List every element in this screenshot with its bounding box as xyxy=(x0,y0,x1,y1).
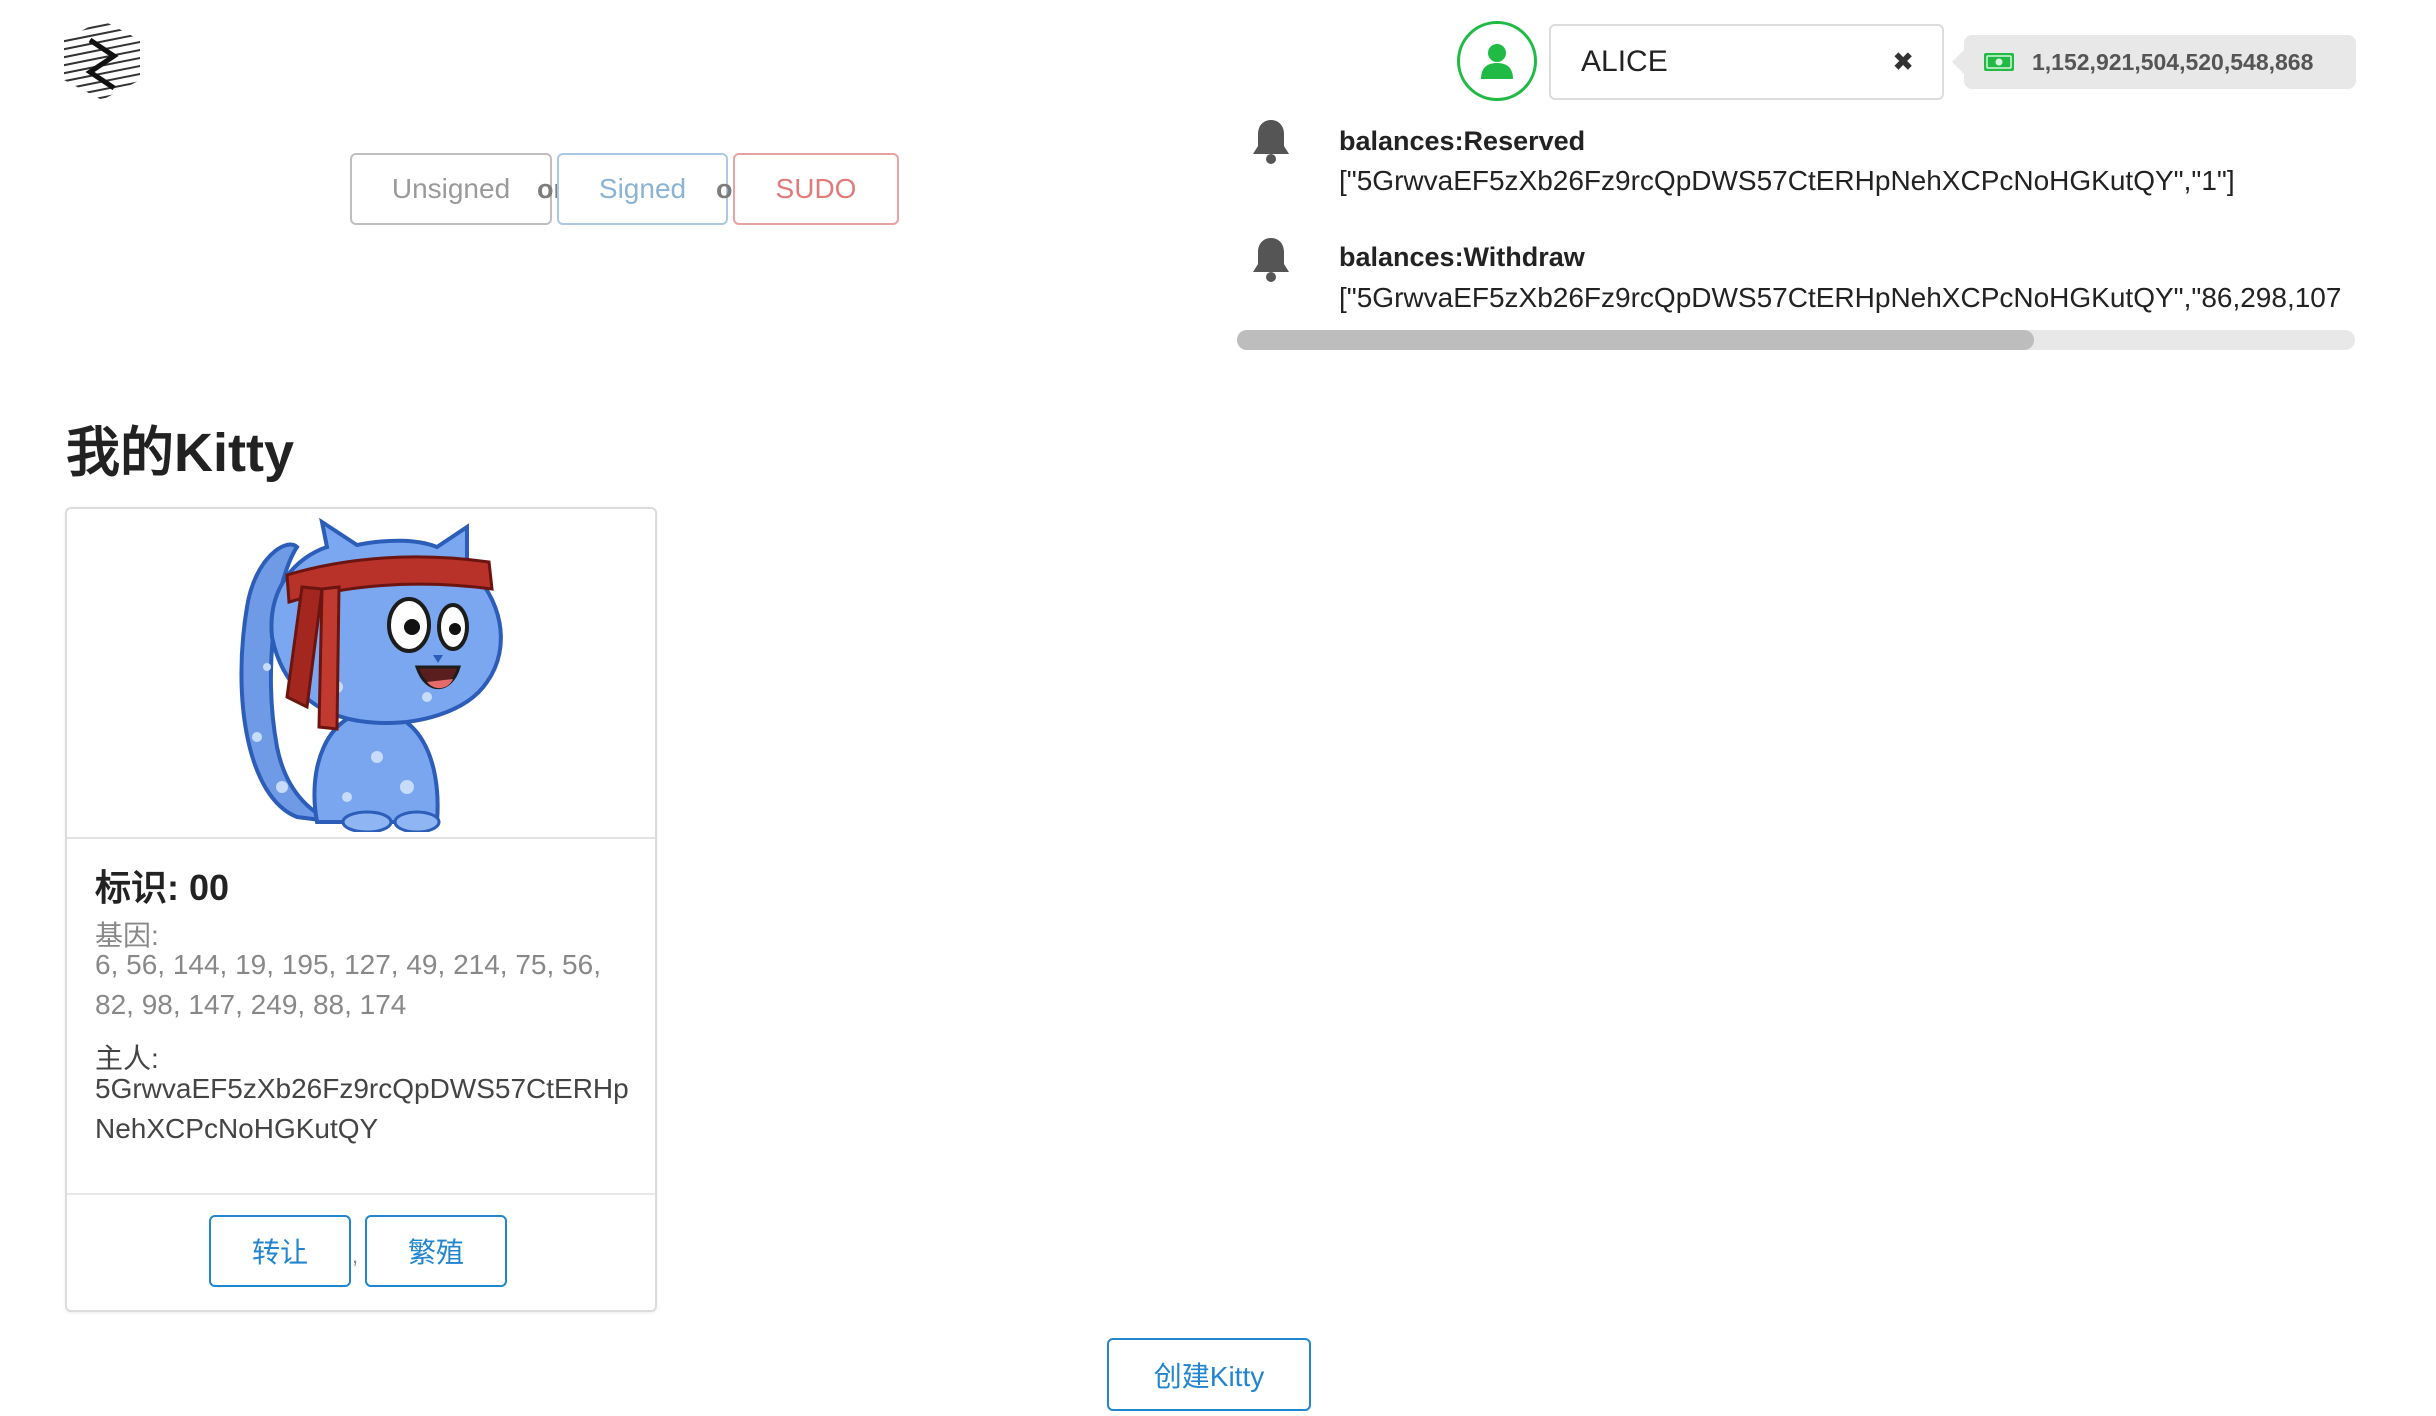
account-name: ALICE xyxy=(1581,45,1668,78)
kitty-card: 标识: 00 基因: 6, 56, 144, 19, 195, 127, 49,… xyxy=(65,507,657,1312)
events-scrollbar-thumb[interactable] xyxy=(1237,330,2034,350)
close-icon[interactable]: ✖ xyxy=(1892,47,1914,78)
card-actions: 转让 , 繁殖 xyxy=(67,1193,655,1314)
unsigned-button[interactable]: Unsigned xyxy=(350,153,552,225)
unsigned-label: Unsigned xyxy=(391,173,511,204)
events-list[interactable]: balances:Reserved ["5GrwvaEF5zXb26Fz9rcQ… xyxy=(1237,118,2355,318)
create-kitty-label: 创建Kitty xyxy=(1153,1360,1265,1392)
bell-icon xyxy=(1253,120,1289,164)
button-separator: , xyxy=(352,1243,359,1268)
kitty-image xyxy=(67,509,655,839)
event-title: balances:Withdraw xyxy=(1339,242,1585,272)
signed-button[interactable]: Signed xyxy=(557,153,728,225)
bell-icon xyxy=(1253,238,1289,282)
account-selector[interactable]: ALICE ✖ xyxy=(1549,24,1944,100)
sudo-button[interactable]: SUDO xyxy=(733,153,899,225)
breed-label: 繁殖 xyxy=(407,1237,464,1268)
user-icon xyxy=(1481,44,1513,79)
money-icon xyxy=(1984,53,2014,71)
section-title: 我的Kitty xyxy=(66,423,294,483)
transfer-button[interactable]: 转让 xyxy=(209,1215,351,1287)
transfer-label: 转让 xyxy=(251,1237,308,1268)
balance-badge: 1,152,921,504,520,548,868 xyxy=(1952,35,2356,89)
breed-button[interactable]: 繁殖 xyxy=(365,1215,507,1287)
app-logo xyxy=(64,20,140,100)
owner-value: 5GrwvaEF5zXb26Fz9rcQpDWS57CtERHpNehXCPcN… xyxy=(95,1073,629,1144)
create-kitty-button[interactable]: 创建Kitty xyxy=(1107,1338,1311,1411)
event-title: balances:Reserved xyxy=(1339,126,1586,156)
event-data: ["5GrwvaEF5zXb26Fz9rcQpDWS57CtERHpNehXCP… xyxy=(1339,165,2235,196)
event-data: ["5GrwvaEF5zXb26Fz9rcQpDWS57CtERHpNehXCP… xyxy=(1339,282,2342,313)
signed-label: Signed xyxy=(598,173,687,204)
dna-value: 6, 56, 144, 19, 195, 127, 49, 214, 75, 5… xyxy=(95,949,601,1020)
balance-value: 1,152,921,504,520,548,868 xyxy=(2032,48,2314,75)
sudo-label: SUDO xyxy=(775,173,857,204)
kitty-id: 标识: 00 xyxy=(95,867,230,908)
account-avatar-button[interactable] xyxy=(1457,21,1537,101)
kitty-illustration xyxy=(239,517,503,832)
